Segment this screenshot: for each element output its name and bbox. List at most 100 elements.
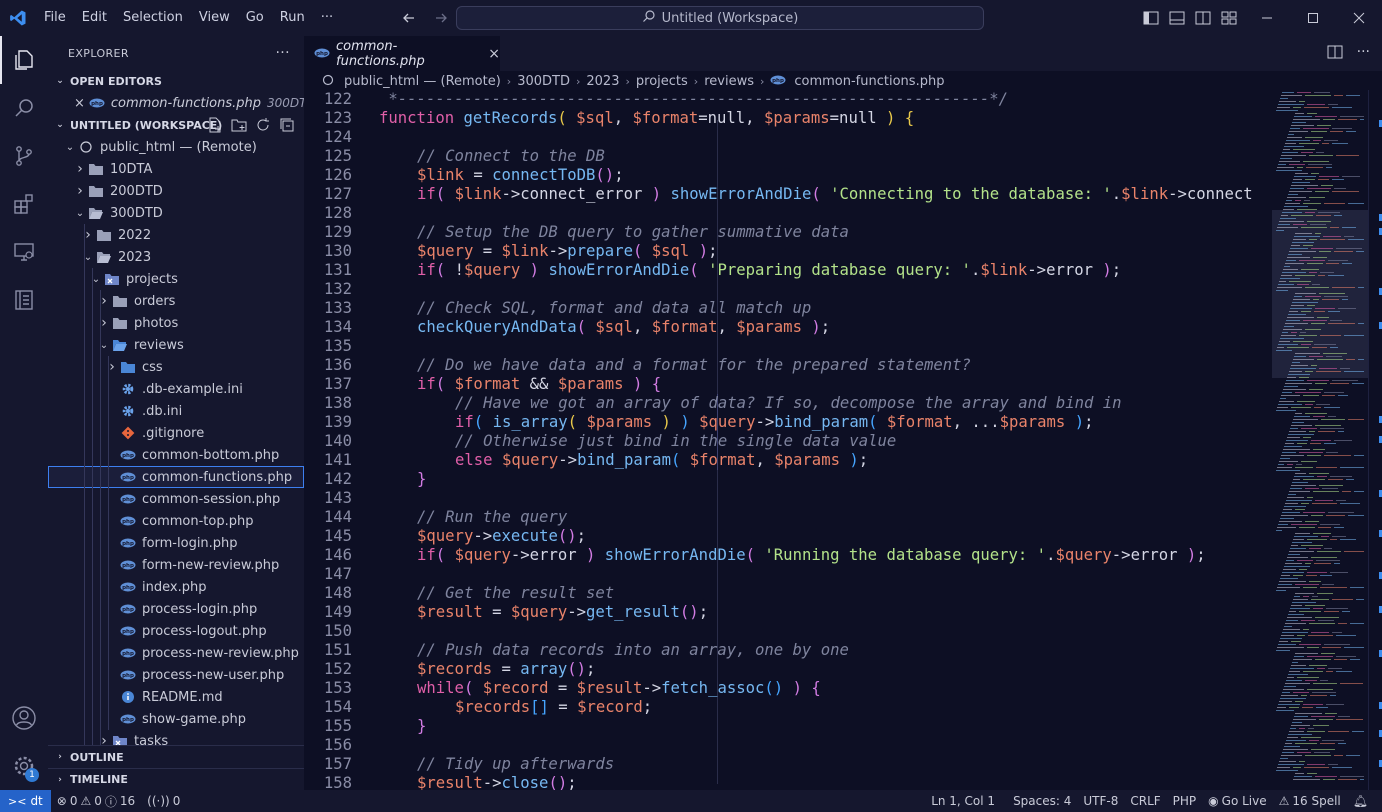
tree-file-item[interactable]: php process-logout.php bbox=[48, 620, 304, 642]
extensions-icon[interactable] bbox=[0, 180, 48, 228]
minimize-icon[interactable] bbox=[1244, 0, 1290, 36]
customize-layout-icon[interactable] bbox=[1220, 8, 1238, 28]
chevron-down-icon[interactable]: ⌄ bbox=[62, 142, 78, 153]
vertical-scrollbar[interactable] bbox=[1368, 90, 1382, 790]
maximize-icon[interactable] bbox=[1290, 0, 1336, 36]
chevron-down-icon[interactable]: ⌄ bbox=[96, 340, 112, 351]
minimap-line bbox=[1322, 647, 1341, 648]
ports-indicator[interactable]: ((·)) 0 bbox=[141, 794, 186, 808]
close-window-icon[interactable] bbox=[1336, 0, 1382, 36]
tree-folder-item[interactable]: ⌄ reviews bbox=[48, 334, 304, 356]
tree-folder-item[interactable]: ⌄ 300DTD bbox=[48, 202, 304, 224]
forward-arrow-icon[interactable] bbox=[430, 8, 452, 28]
tree-folder-item[interactable]: › 200DTD bbox=[48, 180, 304, 202]
open-editor-item[interactable]: × php common-functions.php 300DT... bbox=[48, 92, 304, 114]
chevron-right-icon[interactable]: › bbox=[104, 359, 120, 375]
tree-file-item[interactable]: php index.php bbox=[48, 576, 304, 598]
new-file-icon[interactable] bbox=[206, 116, 224, 134]
tree-file-item[interactable]: php show-game.php bbox=[48, 708, 304, 730]
tree-file-item[interactable]: php common-functions.php bbox=[48, 466, 304, 488]
menu-item[interactable]: Go bbox=[238, 0, 272, 36]
chevron-right-icon[interactable]: › bbox=[96, 293, 112, 309]
tree-file-item[interactable]: php process-login.php bbox=[48, 598, 304, 620]
timeline-header[interactable]: › TIMELINE bbox=[48, 768, 304, 790]
command-center-search[interactable]: Untitled (Workspace) bbox=[456, 6, 984, 30]
breadcrumb-item[interactable]: projects bbox=[636, 74, 688, 89]
chevron-down-icon[interactable]: ⌄ bbox=[88, 274, 104, 285]
tree-folder-item[interactable]: › 2022 bbox=[48, 224, 304, 246]
encoding[interactable]: UTF-8 bbox=[1077, 794, 1124, 808]
menu-item[interactable]: File bbox=[36, 0, 74, 36]
tree-folder-item[interactable]: ⌄ 2023 bbox=[48, 246, 304, 268]
breadcrumb-item[interactable]: common-functions.php bbox=[794, 74, 944, 89]
back-arrow-icon[interactable] bbox=[398, 8, 420, 28]
editor-more-icon[interactable]: ··· bbox=[1357, 44, 1370, 64]
tree-file-item[interactable]: php process-new-user.php bbox=[48, 664, 304, 686]
explorer-icon[interactable] bbox=[0, 36, 48, 84]
chevron-right-icon[interactable]: › bbox=[80, 227, 96, 243]
tree-file-item[interactable]: .gitignore bbox=[48, 422, 304, 444]
breadcrumb-item[interactable]: reviews bbox=[704, 74, 754, 89]
breadcrumb-item[interactable]: public_html — (Remote) bbox=[344, 74, 501, 89]
tree-file-item[interactable]: php form-login.php bbox=[48, 532, 304, 554]
spell-check[interactable]: ⚠ 16 Spell bbox=[1273, 794, 1347, 808]
more-actions-icon[interactable]: ··· bbox=[275, 45, 290, 61]
go-live-button[interactable]: ◉ Go Live bbox=[1202, 794, 1272, 808]
tab-common-functions[interactable]: php common-functions.php × bbox=[304, 36, 500, 71]
menu-item[interactable]: View bbox=[191, 0, 238, 36]
menu-item[interactable]: ··· bbox=[313, 0, 341, 36]
chevron-right-icon[interactable]: › bbox=[72, 161, 88, 177]
toggle-primary-sidebar-icon[interactable] bbox=[1142, 8, 1160, 28]
close-editor-icon[interactable]: × bbox=[74, 96, 85, 111]
chevron-right-icon[interactable]: › bbox=[96, 315, 112, 331]
close-tab-icon[interactable]: × bbox=[488, 46, 500, 62]
tree-file-item[interactable]: php form-new-review.php bbox=[48, 554, 304, 576]
refresh-icon[interactable] bbox=[254, 116, 272, 134]
menu-item[interactable]: Edit bbox=[74, 0, 115, 36]
tree-file-item[interactable]: .db.ini bbox=[48, 400, 304, 422]
minimap-line bbox=[1324, 296, 1348, 297]
breadcrumb-item[interactable]: 2023 bbox=[586, 74, 619, 89]
manage-gear-icon[interactable]: 1 bbox=[0, 742, 48, 790]
new-folder-icon[interactable] bbox=[230, 116, 248, 134]
breadcrumb-item[interactable]: 300DTD bbox=[517, 74, 570, 89]
chevron-down-icon[interactable]: ⌄ bbox=[80, 252, 96, 263]
toggle-secondary-sidebar-icon[interactable] bbox=[1194, 8, 1212, 28]
language-mode[interactable]: PHP bbox=[1167, 794, 1203, 808]
source-control-icon[interactable] bbox=[0, 132, 48, 180]
chevron-down-icon[interactable]: ⌄ bbox=[72, 208, 88, 219]
outline-header[interactable]: › OUTLINE bbox=[48, 746, 304, 768]
search-view-icon[interactable] bbox=[0, 84, 48, 132]
indentation[interactable]: Spaces: 4 bbox=[1007, 794, 1077, 808]
menu-item[interactable]: Run bbox=[272, 0, 313, 36]
accounts-icon[interactable] bbox=[0, 694, 48, 742]
open-editors-header[interactable]: ⌄ OPEN EDITORS bbox=[48, 70, 304, 92]
tree-file-item[interactable]: README.md bbox=[48, 686, 304, 708]
tree-folder-item[interactable]: › orders bbox=[48, 290, 304, 312]
toggle-panel-icon[interactable] bbox=[1168, 8, 1186, 28]
collapse-all-icon[interactable] bbox=[278, 116, 296, 134]
notebook-icon[interactable] bbox=[0, 276, 48, 324]
notifications-bell-icon[interactable]: 🔔︎ bbox=[1347, 794, 1374, 808]
tree-file-item[interactable]: php process-new-review.php bbox=[48, 642, 304, 664]
cursor-position[interactable]: Ln 1, Col 1 bbox=[925, 794, 1001, 808]
split-editor-icon[interactable] bbox=[1327, 44, 1343, 64]
tree-folder-item[interactable]: › photos bbox=[48, 312, 304, 334]
tree-folder-item[interactable]: ⌄ projects bbox=[48, 268, 304, 290]
tree-folder-item[interactable]: ⌄ public_html — (Remote) bbox=[48, 136, 304, 158]
tree-folder-item[interactable]: › css bbox=[48, 356, 304, 378]
workspace-header[interactable]: ⌄ UNTITLED (WORKSPACE) bbox=[48, 114, 304, 136]
code-editor[interactable]: 122 *-----------------------------------… bbox=[304, 90, 1272, 790]
minimap[interactable] bbox=[1272, 90, 1368, 790]
tree-file-item[interactable]: php common-top.php bbox=[48, 510, 304, 532]
problems-indicator[interactable]: ⊗ 0 ⚠ 0 ⓘ 16 bbox=[51, 793, 141, 810]
line-endings[interactable]: CRLF bbox=[1124, 794, 1166, 808]
tree-file-item[interactable]: .db-example.ini bbox=[48, 378, 304, 400]
tree-folder-item[interactable]: › 10DTA bbox=[48, 158, 304, 180]
tree-file-item[interactable]: php common-session.php bbox=[48, 488, 304, 510]
chevron-right-icon[interactable]: › bbox=[72, 183, 88, 199]
tree-file-item[interactable]: php common-bottom.php bbox=[48, 444, 304, 466]
menu-item[interactable]: Selection bbox=[115, 0, 191, 36]
remote-indicator[interactable]: >< dt bbox=[0, 790, 51, 812]
remote-explorer-icon[interactable] bbox=[0, 228, 48, 276]
